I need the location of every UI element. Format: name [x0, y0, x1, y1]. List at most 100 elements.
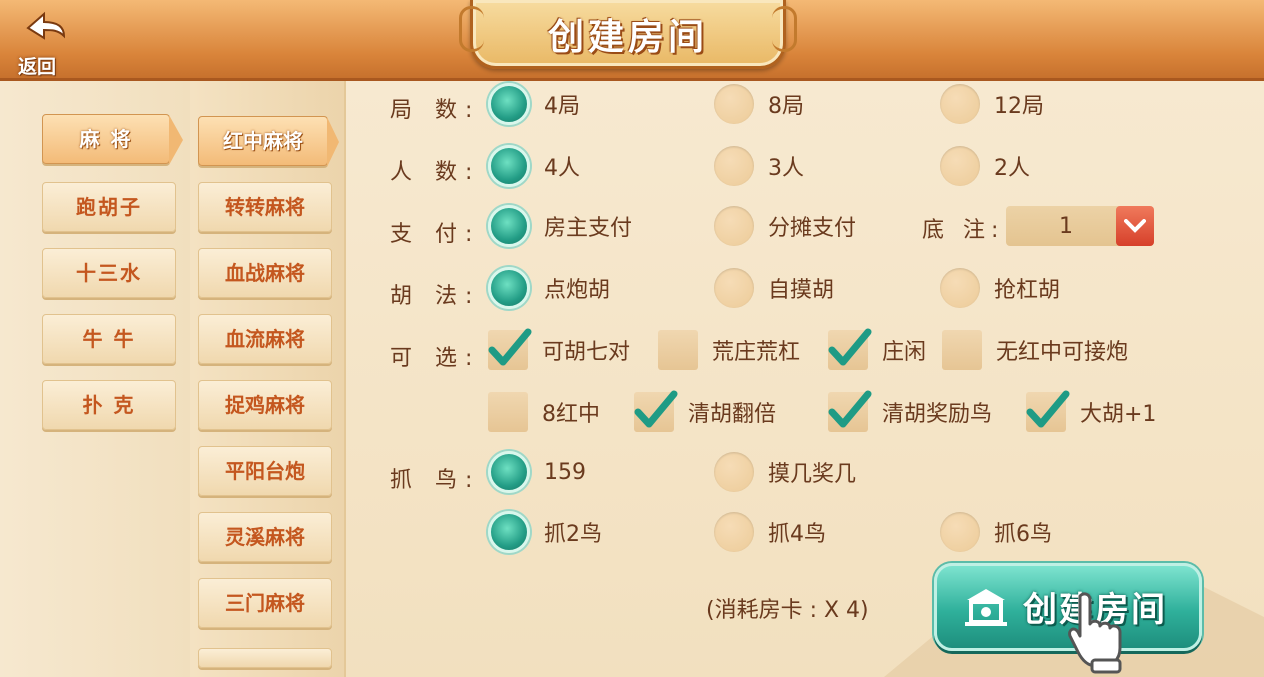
players-option-2[interactable]: 2人	[940, 144, 1030, 188]
option-label: 4人	[544, 156, 580, 181]
win-option-qianggang[interactable]: 抢杠胡	[940, 266, 1060, 310]
checkbox-icon[interactable]	[488, 392, 528, 432]
optional-qinghu-fanbei[interactable]: 清胡翻倍	[634, 390, 776, 434]
category-column	[0, 81, 190, 677]
house-icon	[965, 589, 1007, 626]
radio-icon[interactable]	[714, 512, 754, 552]
title-plaque: 创建房间	[459, 0, 797, 69]
game-more[interactable]	[198, 648, 332, 668]
checkbox-checked-icon[interactable]	[828, 390, 872, 432]
radio-selected-icon[interactable]	[488, 267, 530, 309]
checkbox-checked-icon[interactable]	[634, 390, 678, 432]
option-label: 摸几奖几	[768, 462, 857, 487]
option-label: 分摊支付	[768, 216, 857, 241]
game-sanmen[interactable]: 三门麻将	[198, 578, 332, 628]
optional-8hongzhong[interactable]: 8红中	[488, 390, 600, 434]
birds-option-159[interactable]: 159	[488, 450, 586, 494]
option-label: 抓4鸟	[768, 522, 826, 547]
radio-icon[interactable]	[940, 512, 980, 552]
category-niuniu[interactable]: 牛 牛	[42, 314, 176, 364]
optional-qinghu-jiangliniao[interactable]: 清胡奖励鸟	[828, 390, 992, 434]
radio-icon[interactable]	[940, 146, 980, 186]
option-label: 荒庄荒杠	[712, 340, 801, 365]
payment-label: 支 付:	[390, 222, 481, 247]
back-button[interactable]: 返回	[14, 8, 76, 78]
players-option-4[interactable]: 4人	[488, 144, 580, 188]
back-arrow-icon	[26, 11, 66, 40]
option-label: 清胡奖励鸟	[882, 402, 993, 427]
option-label: 12局	[994, 94, 1044, 119]
game-hongzhong[interactable]: 红中麻将	[198, 116, 339, 167]
birds-option-6[interactable]: 抓6鸟	[940, 510, 1052, 554]
game-xuezhan[interactable]: 血战麻将	[198, 248, 332, 298]
birds-label: 抓 鸟:	[390, 468, 481, 493]
option-label: 庄闲	[882, 340, 927, 365]
option-label: 8红中	[542, 402, 600, 427]
game-pingyang[interactable]: 平阳台炮	[198, 446, 332, 496]
option-label: 点炮胡	[544, 278, 611, 303]
option-label: 4局	[544, 94, 580, 119]
payment-option-split[interactable]: 分摊支付	[714, 204, 856, 248]
rounds-option-8[interactable]: 8局	[714, 82, 804, 126]
category-paohuzi[interactable]: 跑胡子	[42, 182, 176, 232]
optional-qidui[interactable]: 可胡七对	[488, 328, 630, 372]
checkbox-icon[interactable]	[658, 330, 698, 370]
radio-icon[interactable]	[714, 146, 754, 186]
category-poker[interactable]: 扑 克	[42, 380, 176, 430]
category-shisanshui[interactable]: 十三水	[42, 248, 176, 298]
radio-icon[interactable]	[714, 268, 754, 308]
option-label: 房主支付	[544, 216, 633, 241]
radio-selected-icon[interactable]	[488, 511, 530, 553]
win-method-label: 胡 法:	[390, 284, 481, 309]
optional-zhuangxian[interactable]: 庄闲	[828, 328, 926, 372]
rounds-option-12[interactable]: 12局	[940, 82, 1044, 126]
option-label: 抓2鸟	[544, 522, 602, 547]
radio-selected-icon[interactable]	[488, 83, 530, 125]
radio-icon[interactable]	[940, 84, 980, 124]
game-zhuanzhuan[interactable]: 转转麻将	[198, 182, 332, 232]
option-label: 自摸胡	[768, 278, 835, 303]
checkbox-checked-icon[interactable]	[828, 328, 872, 370]
room-card-cost: (消耗房卡 : X 4)	[706, 598, 869, 623]
radio-icon[interactable]	[940, 268, 980, 308]
header-bar: 返回 创建房间	[0, 0, 1264, 81]
radio-selected-icon[interactable]	[488, 451, 530, 493]
birds-option-2[interactable]: 抓2鸟	[488, 510, 602, 554]
optional-dahu-plus1[interactable]: 大胡+1	[1026, 390, 1156, 434]
radio-selected-icon[interactable]	[488, 145, 530, 187]
birds-option-4[interactable]: 抓4鸟	[714, 510, 826, 554]
checkbox-checked-icon[interactable]	[1026, 390, 1070, 432]
category-mahjong[interactable]: 麻 将	[42, 114, 183, 165]
option-label: 抓6鸟	[994, 522, 1052, 547]
chevron-down-icon[interactable]	[1116, 206, 1154, 246]
option-label: 159	[544, 459, 586, 485]
option-label: 抢杠胡	[994, 278, 1061, 303]
radio-selected-icon[interactable]	[488, 205, 530, 247]
win-option-zimo[interactable]: 自摸胡	[714, 266, 834, 310]
page-title: 创建房间	[547, 17, 708, 58]
checkbox-checked-icon[interactable]	[488, 328, 532, 370]
game-zhuoji[interactable]: 捉鸡麻将	[198, 380, 332, 430]
checkbox-icon[interactable]	[942, 330, 982, 370]
rounds-label: 局 数:	[390, 98, 481, 123]
option-label: 3人	[768, 156, 804, 181]
players-option-3[interactable]: 3人	[714, 144, 804, 188]
birds-option-mojijiangji[interactable]: 摸几奖几	[714, 450, 856, 494]
pointing-hand-icon	[1068, 592, 1122, 674]
game-xueliu[interactable]: 血流麻将	[198, 314, 332, 364]
optional-huangzhuang[interactable]: 荒庄荒杠	[658, 328, 800, 372]
payment-option-host[interactable]: 房主支付	[488, 204, 632, 248]
option-label: 大胡+1	[1080, 402, 1157, 427]
game-lingxi[interactable]: 灵溪麻将	[198, 512, 332, 562]
rounds-option-4[interactable]: 4局	[488, 82, 580, 126]
win-option-dianpao[interactable]: 点炮胡	[488, 266, 610, 310]
radio-icon[interactable]	[714, 84, 754, 124]
base-bet-select[interactable]: 1	[1006, 206, 1154, 246]
players-label: 人 数:	[390, 160, 481, 185]
optional-wuhongzhong[interactable]: 无红中可接炮	[942, 328, 1128, 372]
option-label: 无红中可接炮	[996, 340, 1129, 365]
option-label: 可胡七对	[542, 340, 631, 365]
radio-icon[interactable]	[714, 452, 754, 492]
radio-icon[interactable]	[714, 206, 754, 246]
option-label: 清胡翻倍	[688, 402, 777, 427]
